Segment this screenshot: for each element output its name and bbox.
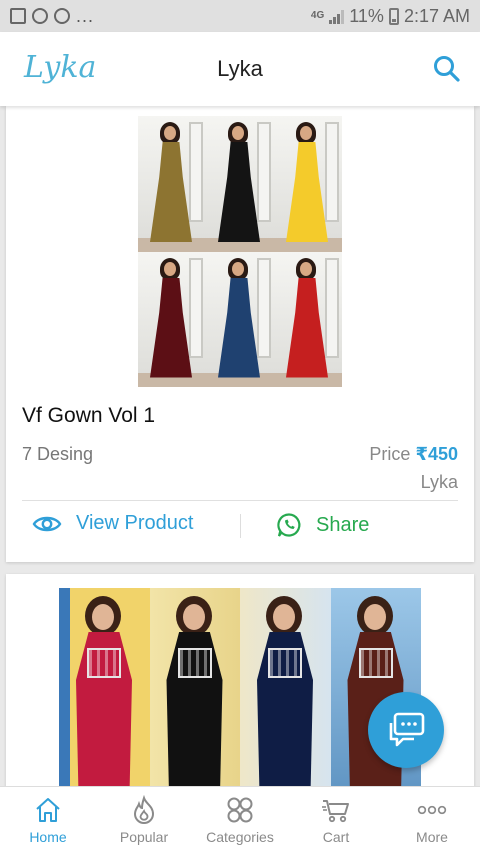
share-label: Share bbox=[316, 513, 370, 536]
nav-popular[interactable]: Popular bbox=[96, 787, 192, 854]
dress-variant-tile bbox=[138, 251, 206, 387]
dress-variant-tile bbox=[138, 116, 206, 252]
grid-icon bbox=[227, 797, 253, 823]
card-actions: View Product Share bbox=[6, 504, 474, 544]
dress-variant-tile bbox=[206, 116, 274, 252]
network-type: 4G bbox=[310, 10, 325, 21]
clock: 2:17 AM bbox=[403, 5, 470, 26]
signal-icon bbox=[329, 8, 345, 24]
price-row: Price ₹450 bbox=[369, 444, 458, 465]
nav-more-label: More bbox=[416, 829, 448, 845]
flame-icon bbox=[133, 795, 155, 824]
bottom-navigation: Home Popular Categories Cart More bbox=[0, 786, 480, 854]
more-notifications: ... bbox=[76, 5, 95, 26]
home-icon bbox=[36, 798, 60, 822]
action-separator bbox=[240, 514, 241, 538]
whatsapp-notification-icon bbox=[32, 8, 48, 24]
gallery-notification-icon bbox=[10, 8, 26, 24]
whatsapp-notification-icon-2 bbox=[54, 8, 70, 24]
battery-percent: 11% bbox=[349, 5, 384, 26]
nav-home-label: Home bbox=[29, 829, 67, 845]
product-designs: 7 Desing bbox=[22, 444, 94, 464]
product-price: ₹450 bbox=[415, 444, 458, 464]
chat-button[interactable] bbox=[368, 692, 444, 768]
product-image[interactable] bbox=[138, 116, 342, 387]
nav-cart-label: Cart bbox=[322, 829, 350, 845]
search-icon bbox=[434, 56, 460, 82]
divider bbox=[22, 500, 458, 501]
eye-icon bbox=[32, 516, 62, 531]
search-button[interactable] bbox=[432, 54, 462, 84]
view-product-label: View Product bbox=[76, 512, 194, 534]
chat-icon bbox=[389, 712, 425, 747]
whatsapp-icon bbox=[277, 513, 301, 537]
nav-categories-label: Categories bbox=[206, 829, 274, 845]
nav-home[interactable]: Home bbox=[0, 787, 96, 854]
cart-icon bbox=[322, 800, 349, 823]
dress-variant-tile bbox=[274, 251, 342, 387]
app-bar: Lyka Lyka bbox=[0, 32, 480, 106]
nav-popular-label: Popular bbox=[119, 829, 169, 845]
price-label: Price bbox=[369, 444, 411, 464]
status-bar: ... 4G 11% 2:17 AM bbox=[0, 0, 480, 32]
product-card[interactable]: Vf Gown Vol 1 7 Desing Price ₹450 Lyka V… bbox=[6, 106, 474, 562]
nav-categories[interactable]: Categories bbox=[192, 787, 288, 854]
dress-variant-tile bbox=[274, 116, 342, 252]
share-button[interactable]: Share bbox=[276, 512, 369, 538]
system-icons: 4G 11% 2:17 AM bbox=[311, 6, 470, 27]
nav-more[interactable]: More bbox=[384, 787, 480, 854]
product-title: Vf Gown Vol 1 bbox=[22, 404, 156, 427]
product-brand: Lyka bbox=[420, 472, 458, 492]
page-title: Lyka bbox=[217, 56, 263, 81]
notification-icons: ... bbox=[10, 6, 94, 27]
dress-variant-tile bbox=[206, 251, 274, 387]
more-icon bbox=[417, 805, 447, 815]
nav-cart[interactable]: Cart bbox=[288, 787, 384, 854]
battery-icon bbox=[388, 7, 399, 25]
view-product-button[interactable]: View Product bbox=[32, 512, 193, 535]
